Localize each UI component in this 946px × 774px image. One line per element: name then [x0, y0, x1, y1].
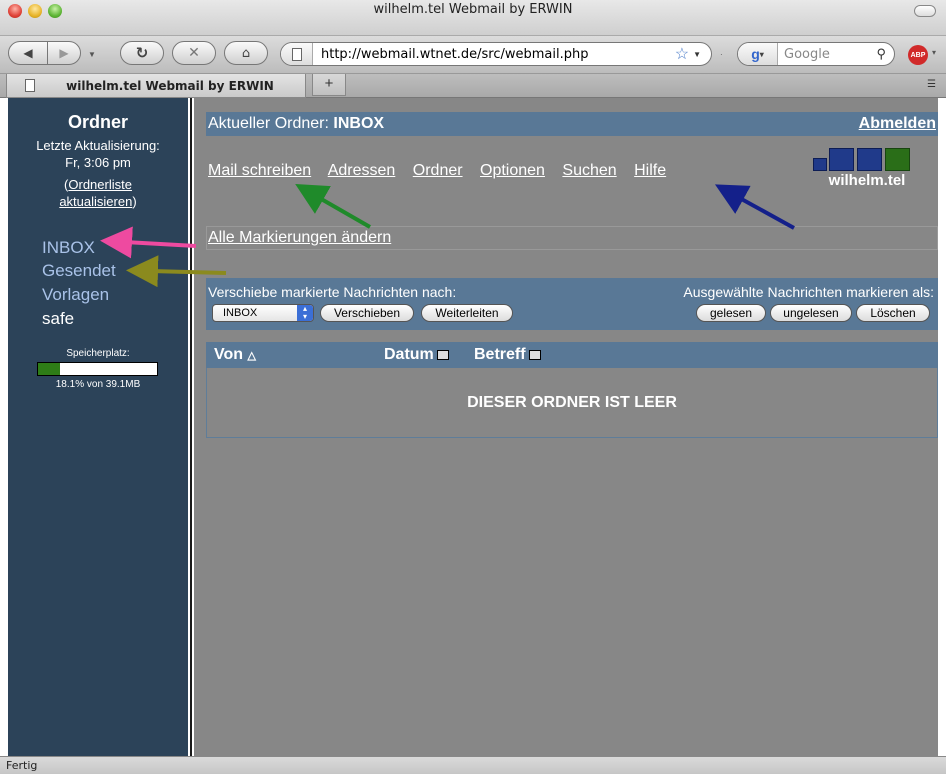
help-annotation-arrow	[714, 184, 795, 230]
sent-annotation-arrow	[126, 255, 227, 288]
inbox-annotation-arrow	[100, 226, 197, 259]
annotation-arrows	[100, 184, 795, 288]
compose-annotation-arrow	[295, 184, 371, 229]
status-bar: Fertig	[0, 756, 946, 774]
